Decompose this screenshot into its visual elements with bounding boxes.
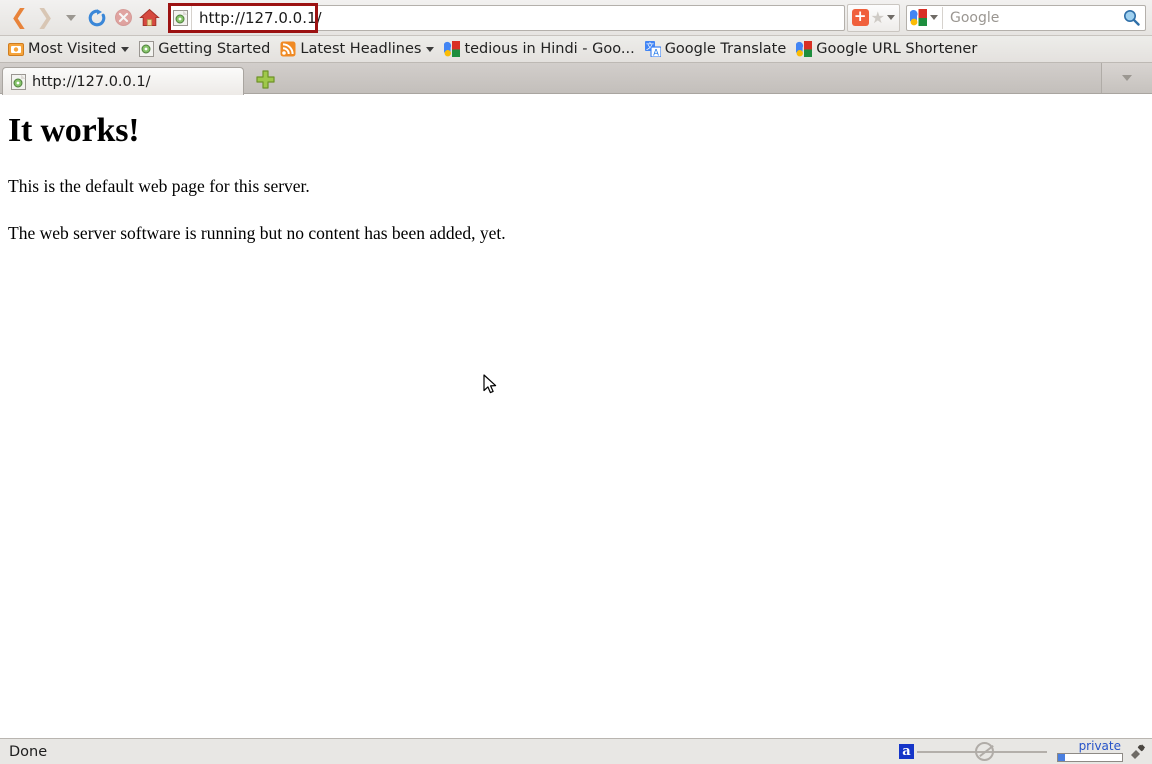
star-icon[interactable]: ★ <box>871 10 885 26</box>
url-bar[interactable]: http://127.0.0.1/ <box>168 5 845 31</box>
tab-strip: http://127.0.0.1/ <box>0 65 1101 93</box>
no-entry-icon[interactable] <box>975 742 994 761</box>
url-bar-container: http://127.0.0.1/ <box>168 4 845 32</box>
back-arrow-icon: ❮ <box>10 7 28 28</box>
history-dropdown-button[interactable] <box>58 5 84 31</box>
list-all-tabs-button[interactable] <box>1101 63 1152 93</box>
bookmark-label: Most Visited <box>28 41 116 57</box>
tab-label: http://127.0.0.1/ <box>32 74 151 90</box>
bookmark-label: Google URL Shortener <box>816 41 977 57</box>
tab-127-0-0-1[interactable]: http://127.0.0.1/ <box>2 67 244 95</box>
stop-icon <box>115 9 132 26</box>
most-visited-icon <box>8 41 24 57</box>
reload-icon <box>87 8 107 28</box>
navigation-toolbar: ❮ ❯ <box>0 0 1152 36</box>
home-icon <box>139 8 160 27</box>
private-label: private <box>1079 741 1123 752</box>
page-paragraph-2: The web server software is running but n… <box>8 223 1144 244</box>
plug-glyph-icon <box>1129 744 1146 759</box>
new-tab-button[interactable] <box>248 65 282 93</box>
bookmark-label: Google Translate <box>665 41 787 57</box>
bookmark-tedious-in-hindi[interactable]: tedious in Hindi - Goo... <box>440 39 640 59</box>
status-bar: Done a private <box>0 738 1152 764</box>
magnifier-icon <box>1123 9 1140 26</box>
chevron-down-icon <box>66 15 76 21</box>
bookmark-most-visited[interactable]: Most Visited <box>4 39 135 59</box>
back-button[interactable]: ❮ <box>6 5 32 31</box>
bookmark-label: Latest Headlines <box>300 41 421 57</box>
bookmark-getting-started[interactable]: Getting Started <box>135 39 276 59</box>
page-globe-icon <box>173 10 188 26</box>
private-meter-fill <box>1058 754 1065 761</box>
chevron-down-icon[interactable] <box>121 47 129 52</box>
getting-started-icon <box>139 41 154 57</box>
stop-button[interactable] <box>110 5 136 31</box>
green-plus-icon <box>256 70 275 89</box>
forward-button[interactable]: ❯ <box>32 5 58 31</box>
url-favicon <box>169 6 192 30</box>
page-content: It works! This is the default web page f… <box>0 95 1152 737</box>
page-globe-icon <box>11 74 26 90</box>
chevron-down-icon[interactable] <box>930 15 938 20</box>
google-icon <box>796 41 812 57</box>
status-bar-addons: a private <box>899 741 1152 762</box>
reload-button[interactable] <box>84 5 110 31</box>
google-icon <box>910 9 927 26</box>
add-bookmark-icon[interactable]: + <box>852 9 869 26</box>
forward-arrow-icon: ❯ <box>36 7 54 28</box>
status-text: Done <box>0 744 899 760</box>
adblock-icon[interactable]: a <box>899 744 914 759</box>
bookmark-controls[interactable]: + ★ <box>847 4 900 32</box>
page-paragraph-1: This is the default web page for this se… <box>8 176 1144 197</box>
bookmark-label: Getting Started <box>158 41 270 57</box>
search-input[interactable]: Google <box>943 10 1118 26</box>
google-icon <box>444 41 460 57</box>
chevron-down-icon[interactable] <box>426 47 434 52</box>
bookmark-google-translate[interactable]: 文 A Google Translate <box>641 39 793 59</box>
url-text[interactable]: http://127.0.0.1/ <box>192 9 322 27</box>
bookmark-google-url-shortener[interactable]: Google URL Shortener <box>792 39 983 59</box>
svg-text:A: A <box>653 49 659 58</box>
rss-feed-icon <box>280 41 296 57</box>
search-submit-button[interactable] <box>1118 9 1145 26</box>
search-bar[interactable]: Google <box>906 5 1146 31</box>
chevron-down-icon[interactable] <box>887 15 895 20</box>
home-button[interactable] <box>136 5 162 31</box>
bookmarks-toolbar: Most Visited Getting Started Latest Head… <box>0 36 1152 63</box>
chevron-down-icon <box>1122 75 1132 81</box>
page-title: It works! <box>8 112 1144 150</box>
search-engine-selector[interactable] <box>907 7 943 29</box>
bookmark-latest-headlines[interactable]: Latest Headlines <box>276 39 440 59</box>
tab-bar: http://127.0.0.1/ <box>0 63 1152 94</box>
plug-icon[interactable] <box>1129 744 1146 759</box>
addon-slider[interactable] <box>917 751 1047 753</box>
private-meter <box>1057 753 1123 762</box>
bookmark-label: tedious in Hindi - Goo... <box>464 41 634 57</box>
google-translate-icon: 文 A <box>645 41 661 57</box>
private-browsing-indicator[interactable]: private <box>1055 741 1123 762</box>
